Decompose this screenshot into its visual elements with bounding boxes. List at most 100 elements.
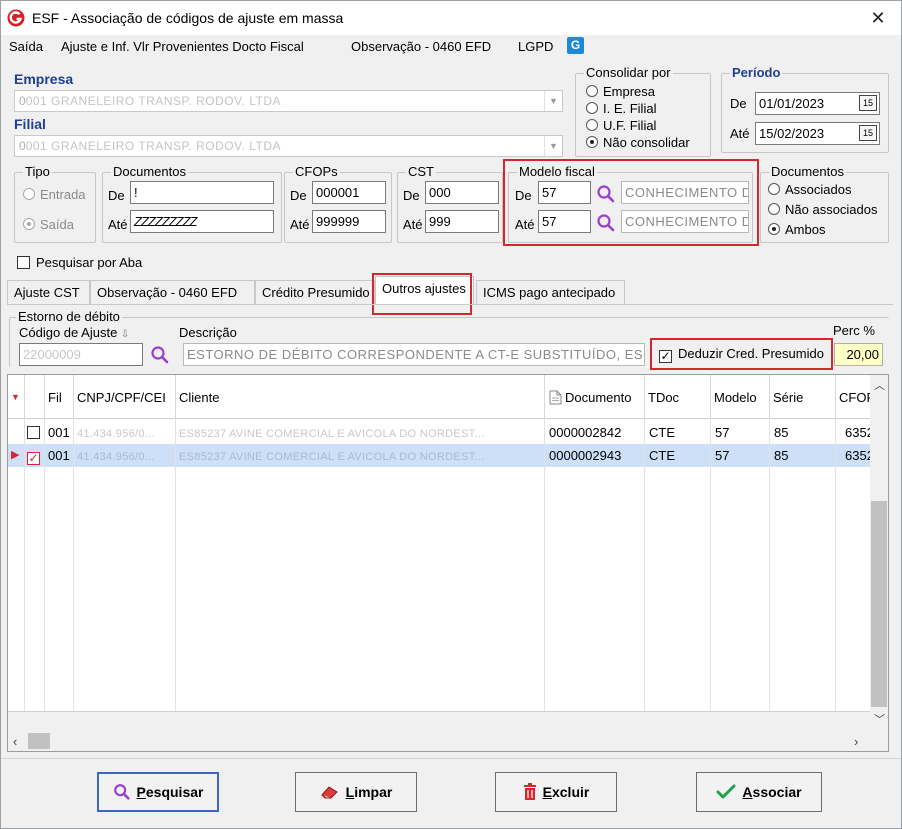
codigo-ajuste-input[interactable]: 22000009 [19, 343, 143, 366]
radio-entrada[interactable]: Entrada [23, 187, 86, 202]
pesquisar-button[interactable]: Pesquisar [97, 772, 219, 812]
checkbox[interactable] [27, 426, 40, 439]
associar-button[interactable]: Associar [696, 772, 822, 812]
cst-ate-input[interactable]: 999 [425, 210, 499, 233]
col-cfop[interactable]: CFOP [836, 375, 872, 419]
filial-select[interactable]: 0001 GRANELEIRO TRANSP. RODOV. LTDA ▼ [14, 135, 563, 157]
descricao-input: ESTORNO DE DÉBITO CORRESPONDENTE A CT-E … [183, 343, 645, 366]
radio-associados[interactable]: Associados [768, 182, 851, 197]
modelo-fiscal-highlight [503, 159, 759, 246]
radio-button[interactable] [768, 223, 780, 235]
horizontal-scroll-thumb[interactable] [28, 733, 50, 749]
radio-button[interactable] [768, 203, 780, 215]
vertical-scrollbar[interactable]: ︿ ﹀ [870, 375, 888, 733]
radio-nao-consolidar[interactable]: Não consolidar [586, 135, 690, 150]
empresa-select[interactable]: 0001 GRANELEIRO TRANSP. RODOV. LTDA ▼ [14, 90, 563, 112]
radio-saida[interactable]: Saída [23, 217, 74, 232]
radio-ie-filial[interactable]: I. E. Filial [586, 101, 656, 116]
menu-item-ajuste[interactable]: Ajuste e Inf. Vlr Provenientes Docto Fis… [61, 39, 304, 54]
chevron-down-icon[interactable]: ▼ [544, 91, 562, 111]
radio-button[interactable] [586, 119, 598, 131]
horizontal-scrollbar[interactable]: ‹ › [8, 731, 888, 751]
cfops-de-value: 000001 [316, 185, 360, 200]
row-checkbox[interactable] [25, 421, 45, 444]
tipo-group: Tipo Entrada Saída [14, 164, 96, 243]
checkmark-icon [716, 784, 736, 799]
sort-down-icon: ⇩ [120, 329, 130, 340]
documentos-filter-group: Documentos Associados Não associados Amb… [760, 164, 889, 243]
lgpd-icon[interactable]: G [567, 37, 584, 54]
menu-item-saida[interactable]: Saída [9, 39, 43, 54]
scroll-left-icon[interactable]: ‹ [13, 734, 17, 749]
documentos-ate-input[interactable]: ZZZZZZZZZ [130, 210, 274, 233]
radio-button[interactable] [23, 188, 35, 200]
radio-nao-associados[interactable]: Não associados [768, 202, 878, 217]
tab-observacao[interactable]: Observação - 0460 EFD [90, 280, 255, 304]
col-cnpj[interactable]: CNPJ/CPF/CEI [74, 375, 176, 419]
radio-label: Associados [785, 182, 852, 197]
cfops-de-input[interactable]: 000001 [312, 181, 386, 204]
associar-label: Associar [742, 784, 801, 800]
cst-ate-label: Até [403, 217, 423, 232]
col-fil[interactable]: Fil [45, 375, 74, 419]
cfops-ate-input[interactable]: 999999 [312, 210, 386, 233]
row-checkbox[interactable]: ✓ [25, 444, 45, 467]
radio-button[interactable] [586, 102, 598, 114]
codigo-ajuste-label-text: Código de Ajuste [19, 325, 118, 340]
trash-icon [523, 783, 536, 800]
col-tdoc[interactable]: TDoc [645, 375, 711, 419]
cell-cliente-value: ES85237 AVINE COMERCIAL E AVICOLA DO NOR… [179, 451, 485, 463]
checkbox-checked-icon[interactable]: ✓ [27, 452, 40, 465]
radio-button[interactable] [586, 136, 598, 148]
radio-uf-filial[interactable]: U.F. Filial [586, 118, 656, 133]
col-documento[interactable]: Documento [545, 375, 645, 419]
limpar-button[interactable]: Limpar [295, 772, 417, 812]
table-row[interactable]: ▶ ✓ 001 41.434.956/0... ES85237 AVINE CO… [8, 444, 872, 467]
pesquisar-aba-checkbox[interactable]: Pesquisar por Aba [17, 255, 142, 270]
tab-ajuste-cst[interactable]: Ajuste CST [7, 280, 90, 304]
table-row[interactable]: 001 41.434.956/0... ES85237 AVINE COMERC… [8, 421, 872, 444]
checkbox[interactable] [17, 256, 30, 269]
radio-button[interactable] [768, 183, 780, 195]
chevron-down-icon[interactable]: ▼ [544, 136, 562, 156]
cell-cliente: ES85237 AVINE COMERCIAL E AVICOLA DO NOR… [176, 421, 545, 444]
cell-tdoc: CTE [645, 444, 711, 467]
cst-de-input[interactable]: 000 [425, 181, 499, 204]
radio-button[interactable] [23, 218, 35, 230]
perc-input[interactable]: 20,00 [834, 343, 883, 366]
radio-empresa[interactable]: Empresa [586, 84, 655, 99]
vertical-scroll-thumb[interactable] [871, 501, 887, 707]
cfops-de-label: De [290, 188, 307, 203]
scroll-up-icon[interactable]: ︿ [874, 377, 885, 393]
cell-fil: 001 [45, 421, 74, 444]
calendar-icon[interactable]: 15 [859, 125, 877, 141]
documentos-ate-label: Até [108, 217, 128, 232]
tab-credito-presumido[interactable]: Crédito Presumido [255, 280, 375, 304]
col-serie[interactable]: Série [770, 375, 836, 419]
radio-ambos[interactable]: Ambos [768, 222, 825, 237]
title-bar: ESF - Associação de códigos de ajuste em… [1, 1, 901, 35]
close-button[interactable]: ✕ [861, 4, 895, 32]
menu-item-lgpd[interactable]: LGPD [518, 39, 553, 54]
excluir-button[interactable]: Excluir [495, 772, 617, 812]
documentos-de-input[interactable]: ! [130, 181, 274, 204]
scroll-right-icon[interactable]: › [854, 734, 858, 749]
scroll-down-icon[interactable]: ﹀ [874, 711, 885, 727]
col-check[interactable] [25, 375, 45, 419]
radio-button[interactable] [586, 85, 598, 97]
pesquisar-label: Pesquisar [137, 784, 204, 800]
col-cliente[interactable]: Cliente [176, 375, 545, 419]
cell-modelo: 57 [711, 421, 770, 444]
cst-title: CST [406, 164, 436, 179]
tab-icms-pago-antecipado[interactable]: ICMS pago antecipado [476, 280, 625, 304]
menu-item-observacao[interactable]: Observação - 0460 EFD [351, 39, 491, 54]
calendar-icon[interactable]: 15 [859, 95, 877, 111]
results-grid: ▼ Fil CNPJ/CPF/CEI Cliente Documento TDo… [7, 374, 889, 752]
documentos-de-label: De [108, 188, 125, 203]
current-row-arrow-icon: ▶ [8, 444, 25, 467]
grid-empty-footer [8, 711, 872, 733]
cell-cnpj-value: 41.434.956/0... [77, 451, 155, 463]
radio-label: Empresa [603, 84, 656, 99]
col-modelo[interactable]: Modelo [711, 375, 770, 419]
search-icon[interactable] [150, 345, 170, 365]
